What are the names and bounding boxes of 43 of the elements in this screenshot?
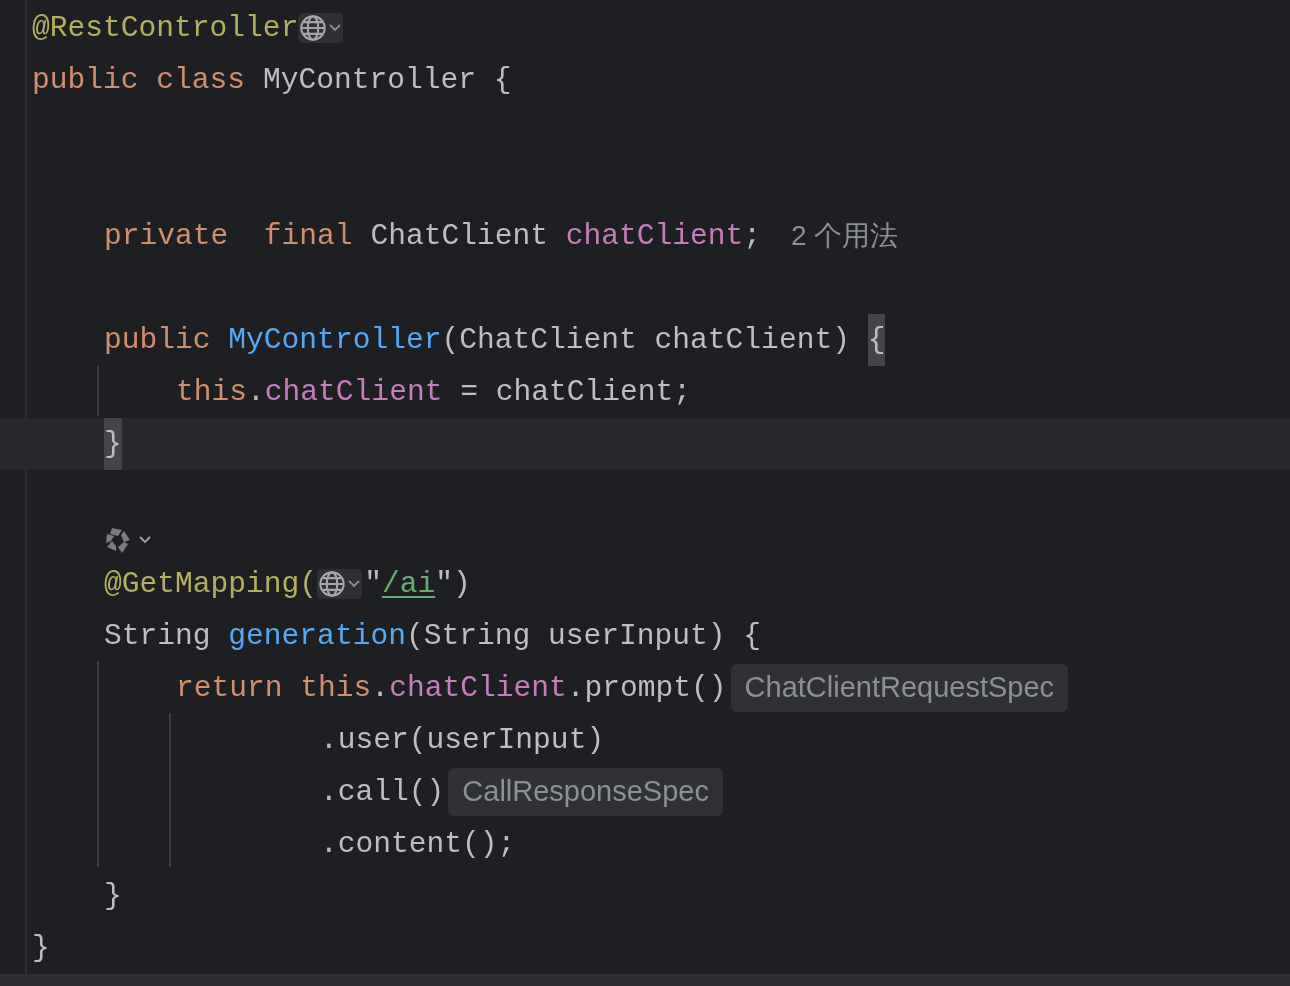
code-text: (String userInput) { bbox=[405, 617, 762, 655]
method-name: MyController bbox=[228, 321, 442, 359]
code-text: .content(); bbox=[320, 825, 516, 863]
keyword-text: return this bbox=[176, 669, 372, 707]
code-text: .user(userInput) bbox=[320, 721, 605, 759]
method-name: generation bbox=[228, 617, 406, 655]
code-text: . bbox=[371, 669, 390, 707]
matched-brace: { bbox=[867, 314, 886, 366]
keyword-text: this bbox=[176, 373, 248, 411]
gutter-actions-button[interactable] bbox=[104, 525, 152, 555]
keyword-text: public class bbox=[32, 61, 247, 99]
code-text: . bbox=[247, 373, 265, 411]
globe-icon bbox=[299, 14, 328, 42]
type-hint: CallResponseSpec bbox=[448, 768, 723, 816]
code-text: String bbox=[104, 617, 212, 655]
annotation-text: @RestController bbox=[32, 9, 299, 47]
code-text: ; bbox=[743, 217, 762, 255]
chevron-down-icon bbox=[138, 535, 152, 545]
field-name: chatClient bbox=[389, 669, 567, 707]
code-text: .call() bbox=[320, 773, 445, 811]
keyword-text: public bbox=[104, 321, 212, 359]
matched-brace: } bbox=[104, 418, 122, 470]
field-name: chatClient bbox=[565, 217, 744, 255]
code-text: .prompt() bbox=[566, 669, 727, 707]
chevron-down-icon bbox=[347, 579, 362, 589]
code-text: } bbox=[104, 877, 122, 915]
url-text: /ai bbox=[381, 565, 436, 603]
keyword-text: private final bbox=[104, 217, 354, 255]
code-text: " bbox=[364, 565, 382, 603]
usage-hint: 2 个用法 bbox=[791, 219, 899, 253]
type-hint: ChatClientRequestSpec bbox=[730, 664, 1069, 712]
code-text: } bbox=[32, 929, 50, 967]
code-text: ") bbox=[435, 565, 471, 603]
web-endpoint-button[interactable] bbox=[298, 13, 344, 43]
code-text: = chatClient; bbox=[459, 373, 692, 411]
code-text: (ChatClient chatClient) bbox=[441, 321, 851, 359]
annotation-text: @GetMapping( bbox=[104, 565, 318, 603]
code-text: ChatClient bbox=[370, 217, 549, 255]
globe-icon bbox=[318, 570, 347, 598]
chevron-down-icon bbox=[328, 23, 343, 33]
code-text: MyController { bbox=[262, 61, 512, 99]
field-name: chatClient bbox=[264, 373, 443, 411]
web-endpoint-button[interactable] bbox=[317, 569, 363, 599]
